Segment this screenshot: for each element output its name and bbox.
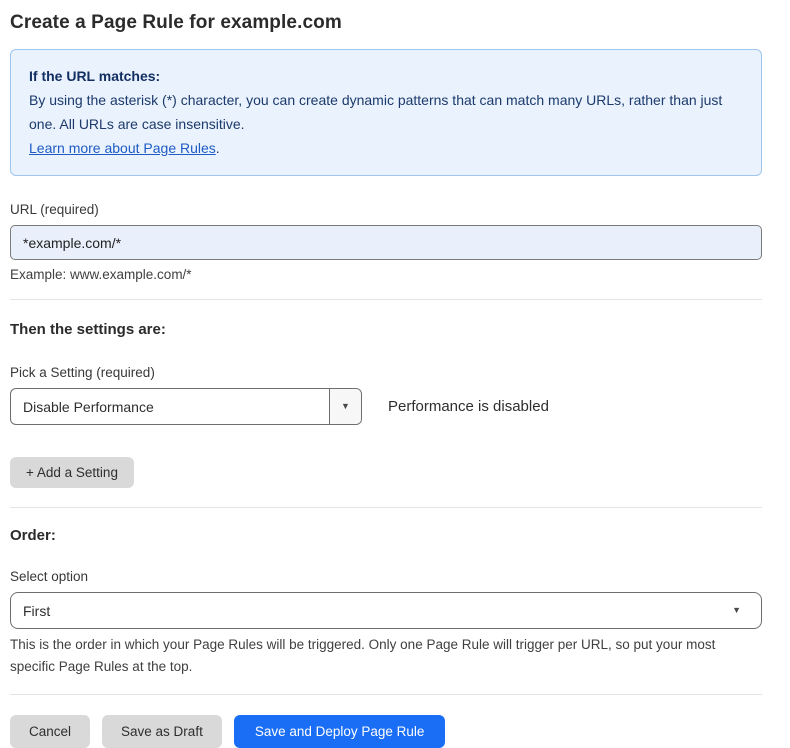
info-box-link-line: Learn more about Page Rules. [29,136,743,160]
order-select[interactable]: First ▼ [10,592,762,629]
save-and-deploy-button[interactable]: Save and Deploy Page Rule [234,715,446,748]
url-matches-info-box: If the URL matches: By using the asteris… [10,49,762,176]
order-select-label: Select option [10,569,762,584]
setting-dropdown-arrow-button[interactable]: ▼ [329,389,361,424]
setting-row: Disable Performance ▼ Performance is dis… [10,388,762,425]
chevron-down-icon: ▼ [341,402,350,411]
order-select-value: First [23,603,50,619]
setting-status-text: Performance is disabled [388,398,549,415]
divider [10,507,762,508]
link-period: . [216,140,220,156]
action-bar: Cancel Save as Draft Save and Deploy Pag… [10,715,762,748]
order-helper-text: This is the order in which your Page Rul… [10,634,755,678]
pick-setting-label: Pick a Setting (required) [10,365,762,380]
cancel-button[interactable]: Cancel [10,715,90,748]
setting-dropdown-value: Disable Performance [11,389,329,424]
info-box-body: By using the asterisk (*) character, you… [29,88,743,136]
learn-more-link[interactable]: Learn more about Page Rules [29,140,216,156]
chevron-down-icon: ▼ [732,606,741,615]
divider [10,299,762,300]
url-example-helper: Example: www.example.com/* [10,267,762,282]
save-as-draft-button[interactable]: Save as Draft [102,715,222,748]
info-box-heading: If the URL matches: [29,64,743,88]
setting-dropdown[interactable]: Disable Performance ▼ [10,388,362,425]
add-setting-button[interactable]: + Add a Setting [10,457,134,488]
url-field-label: URL (required) [10,202,762,217]
url-input[interactable] [10,225,762,260]
settings-section-heading: Then the settings are: [10,321,762,338]
create-page-rule-panel: Create a Page Rule for example.com If th… [0,0,790,748]
divider [10,694,762,695]
order-section-heading: Order: [10,527,762,544]
page-title: Create a Page Rule for example.com [10,12,762,34]
